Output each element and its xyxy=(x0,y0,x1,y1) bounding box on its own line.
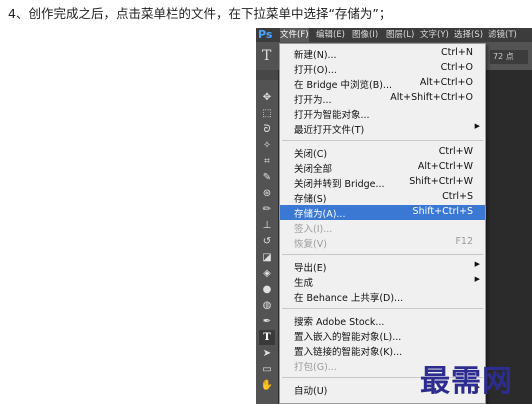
text-tool-icon[interactable]: T xyxy=(262,48,271,64)
healing-brush-icon[interactable]: ⊛ xyxy=(259,186,275,201)
clone-stamp-icon[interactable]: ⊥ xyxy=(259,218,275,233)
menu-item-save-as[interactable]: 存储为(A)... Shift+Ctrl+S xyxy=(280,205,485,220)
menu-item-browse-in-bridge[interactable]: 在 Bridge 中浏览(B)... Alt+Ctrl+O xyxy=(280,76,485,91)
menu-item-close[interactable]: 关闭(C) Ctrl+W xyxy=(280,145,485,160)
paint-bucket-icon[interactable]: ◈ xyxy=(259,266,275,281)
menu-item-open-as-smart-object[interactable]: 打开为智能对象... xyxy=(280,106,485,121)
menubar: Ps 文件(F) 编辑(E) 图像(I) 图层(L) 文字(Y) 选择(S) 滤… xyxy=(256,28,532,42)
dodge-icon[interactable]: ◍ xyxy=(259,298,275,313)
tools-panel: ✥ ⬚ ᘐ ✧ ⌗ ✎ ⊛ ✏ ⊥ ↺ ◪ ◈ ● ◍ ✒ T ➤ ▭ ✋ xyxy=(256,80,278,404)
menu-separator xyxy=(282,140,483,141)
submenu-arrow-icon: ▶ xyxy=(474,122,480,130)
menu-edit[interactable]: 编辑(E) xyxy=(316,28,345,42)
hand-icon[interactable]: ✋ xyxy=(259,378,275,393)
move-icon[interactable]: ✥ xyxy=(259,90,275,105)
rectangle-icon[interactable]: ▭ xyxy=(259,362,275,377)
eyedropper-icon[interactable]: ✎ xyxy=(259,170,275,185)
menu-separator xyxy=(282,254,483,255)
blur-icon[interactable]: ● xyxy=(259,282,275,297)
menu-type[interactable]: 文字(Y) xyxy=(420,28,449,42)
pen-icon[interactable]: ✒ xyxy=(259,314,275,329)
instruction-caption: 4、创作完成之后，点击菜单栏的文件，在下拉菜单中选择“存储为”； xyxy=(8,6,392,21)
marquee-icon[interactable]: ⬚ xyxy=(259,106,275,121)
menu-item-open-recent[interactable]: 最近打开文件(T) ▶ xyxy=(280,121,485,136)
crop-icon[interactable]: ⌗ xyxy=(259,154,275,169)
submenu-arrow-icon: ▶ xyxy=(474,275,480,283)
menu-file[interactable]: 文件(F) xyxy=(280,28,309,42)
menu-item-export[interactable]: 导出(E) ▶ xyxy=(280,259,485,274)
menu-item-new[interactable]: 新建(N)... Ctrl+N xyxy=(280,46,485,61)
menu-item-open-as[interactable]: 打开为... Alt+Shift+Ctrl+O xyxy=(280,91,485,106)
file-dropdown-menu: 新建(N)... Ctrl+N 打开(O)... Ctrl+O 在 Bridge 中… xyxy=(279,43,486,404)
menu-item-search-adobe-stock[interactable]: 搜索 Adobe Stock... xyxy=(280,313,485,328)
path-selection-icon[interactable]: ➤ xyxy=(259,346,275,361)
menu-item-place-embedded[interactable]: 置入嵌入的智能对象(L)... xyxy=(280,328,485,343)
menu-item-share-on-behance[interactable]: 在 Behance 上共享(D)... xyxy=(280,289,485,304)
menu-layer[interactable]: 图层(L) xyxy=(386,28,414,42)
menu-select[interactable]: 选择(S) xyxy=(454,28,483,42)
menu-item-check-in: 签入(I)... xyxy=(294,224,333,235)
menu-item-generate[interactable]: 生成 ▶ xyxy=(280,274,485,289)
menu-item-revert: 恢复(V) F12 xyxy=(294,236,473,250)
eraser-icon[interactable]: ◪ xyxy=(259,250,275,265)
submenu-arrow-icon: ▶ xyxy=(474,260,480,268)
history-brush-icon[interactable]: ↺ xyxy=(259,234,275,249)
menu-item-save[interactable]: 存储(S) Ctrl+S xyxy=(280,190,485,205)
type-icon[interactable]: T xyxy=(259,330,275,345)
menu-separator xyxy=(282,308,483,309)
menu-item-close-and-go-to-bridge[interactable]: 关闭并转到 Bridge... Shift+Ctrl+W xyxy=(280,175,485,190)
site-watermark: 最需网 xyxy=(420,364,513,399)
menu-item-open[interactable]: 打开(O)... Ctrl+O xyxy=(280,61,485,76)
menu-item-close-all[interactable]: 关闭全部 Alt+Ctrl+W xyxy=(280,160,485,175)
brush-icon[interactable]: ✏ xyxy=(259,202,275,217)
font-size-field[interactable]: 72 点 xyxy=(490,50,528,64)
menu-filter[interactable]: 滤镜(T) xyxy=(488,28,517,42)
photoshop-logo: Ps xyxy=(258,28,273,41)
lasso-icon[interactable]: ᘐ xyxy=(259,122,275,137)
magic-wand-icon[interactable]: ✧ xyxy=(259,138,275,153)
menu-image[interactable]: 图像(I) xyxy=(352,28,378,42)
